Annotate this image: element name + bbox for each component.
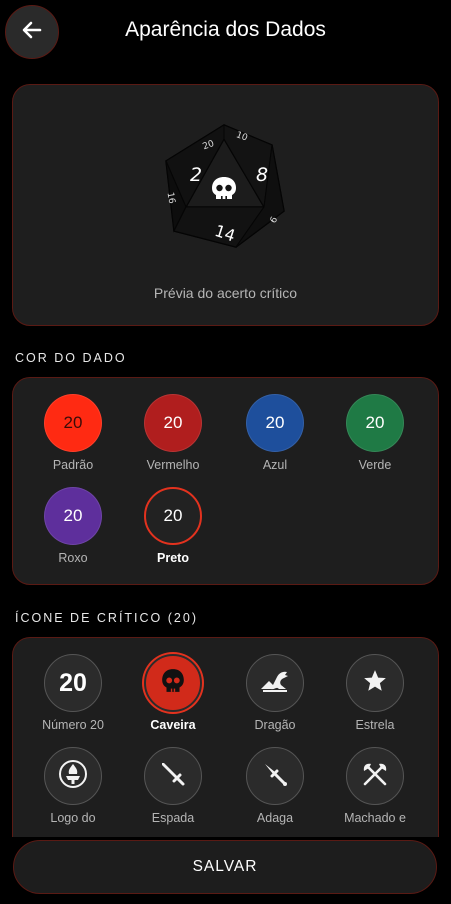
page-title: Aparência dos Dados <box>125 18 326 41</box>
color-option-padrao[interactable]: 20 Padrão <box>23 394 123 472</box>
save-button[interactable]: SALVAR <box>13 840 437 894</box>
axe-icon <box>359 758 391 795</box>
sword-button[interactable] <box>144 747 202 805</box>
color-option-label: Verde <box>358 458 392 472</box>
star-button[interactable] <box>346 654 404 712</box>
logo-icon <box>57 758 89 795</box>
preview-caption: Prévia do acerto crítico <box>153 285 298 301</box>
dice-color-card: 20 Padrão 20 Vermelho 20 Azul 20 Verde 2… <box>12 377 439 585</box>
dragon-icon <box>259 667 291 700</box>
color-swatch-selected[interactable]: 20 <box>144 487 202 545</box>
dagger-icon <box>260 759 290 794</box>
crit-option-dragon[interactable]: Dragão <box>225 654 325 732</box>
color-option-label: Vermelho <box>146 458 200 472</box>
color-option-label: Preto <box>157 551 189 565</box>
die-face-label: 16 <box>165 192 177 205</box>
color-option-vermelho[interactable]: 20 Vermelho <box>123 394 223 472</box>
color-swatch[interactable]: 20 <box>346 394 404 452</box>
crit-option-label: Machado e <box>344 811 406 825</box>
color-option-preto[interactable]: 20 Preto <box>123 487 223 565</box>
dagger-button[interactable] <box>246 747 304 805</box>
skull-button[interactable] <box>144 654 202 712</box>
color-option-label: Roxo <box>58 551 88 565</box>
crit-option-skull[interactable]: Caveira <box>123 654 223 732</box>
color-option-verde[interactable]: 20 Verde <box>325 394 425 472</box>
color-option-azul[interactable]: 20 Azul <box>225 394 325 472</box>
color-swatch[interactable]: 20 <box>144 394 202 452</box>
crit-option-axe[interactable]: Machado e <box>325 747 425 825</box>
crit-option-number-20[interactable]: 20 Número 20 <box>23 654 123 732</box>
color-swatch[interactable]: 20 <box>44 487 102 545</box>
dice-color-section-label: COR DO DADO <box>15 351 127 365</box>
color-swatch[interactable]: 20 <box>44 394 102 452</box>
color-option-label: Azul <box>262 458 288 472</box>
number-20-button[interactable]: 20 <box>44 654 102 712</box>
crit-option-label: Dragão <box>254 718 296 732</box>
crit-option-dagger[interactable]: Adaga <box>225 747 325 825</box>
sword-icon <box>158 759 188 794</box>
d20-die-preview: 2 8 14 20 10 16 6 <box>164 123 288 258</box>
axe-button[interactable] <box>346 747 404 805</box>
crit-option-logo[interactable]: Logo do <box>23 747 123 825</box>
crit-option-label: Espada <box>151 811 195 825</box>
number-20-label: 20 <box>59 668 87 697</box>
crit-option-label: Estrela <box>355 718 395 732</box>
preview-card: 2 8 14 20 10 16 6 Prévia do acerto críti… <box>12 84 439 326</box>
crit-option-label: Caveira <box>150 718 196 732</box>
crit-icon-section-label: ÍCONE DE CRÍTICO (20) <box>15 611 198 625</box>
crit-option-label: Número 20 <box>42 718 104 732</box>
crit-option-star[interactable]: Estrela <box>325 654 425 732</box>
color-option-roxo[interactable]: 20 Roxo <box>23 487 123 565</box>
color-swatch[interactable]: 20 <box>246 394 304 452</box>
crit-option-label: Adaga <box>256 811 294 825</box>
dragon-button[interactable] <box>246 654 304 712</box>
star-icon <box>362 668 388 699</box>
crit-option-sword[interactable]: Espada <box>123 747 223 825</box>
crit-option-label: Logo do <box>50 811 96 825</box>
logo-button[interactable] <box>44 747 102 805</box>
die-face-label: 8 <box>256 164 268 186</box>
crit-icon-card: 20 Número 20 Caveira Dragão Estrela Logo… <box>12 637 439 837</box>
header: Aparência dos Dados <box>0 0 451 64</box>
die-face-label: 2 <box>190 164 202 186</box>
color-option-label: Padrão <box>52 458 94 472</box>
skull-icon <box>160 668 186 699</box>
